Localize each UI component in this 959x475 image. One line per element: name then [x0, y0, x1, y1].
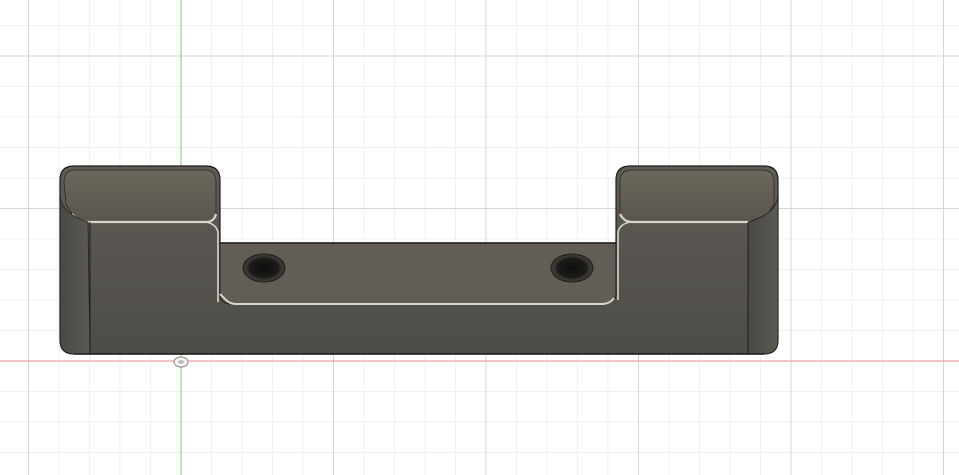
origin-point-icon[interactable] [173, 356, 189, 368]
right-post-top-face [619, 169, 775, 223]
mounting-hole-left[interactable] [242, 253, 286, 283]
viewport-canvas[interactable] [0, 0, 959, 475]
bracket-model[interactable] [59, 165, 779, 355]
cad-viewport[interactable] [0, 0, 959, 475]
mounting-hole-right[interactable] [550, 253, 594, 283]
left-post-top-face [63, 169, 217, 223]
